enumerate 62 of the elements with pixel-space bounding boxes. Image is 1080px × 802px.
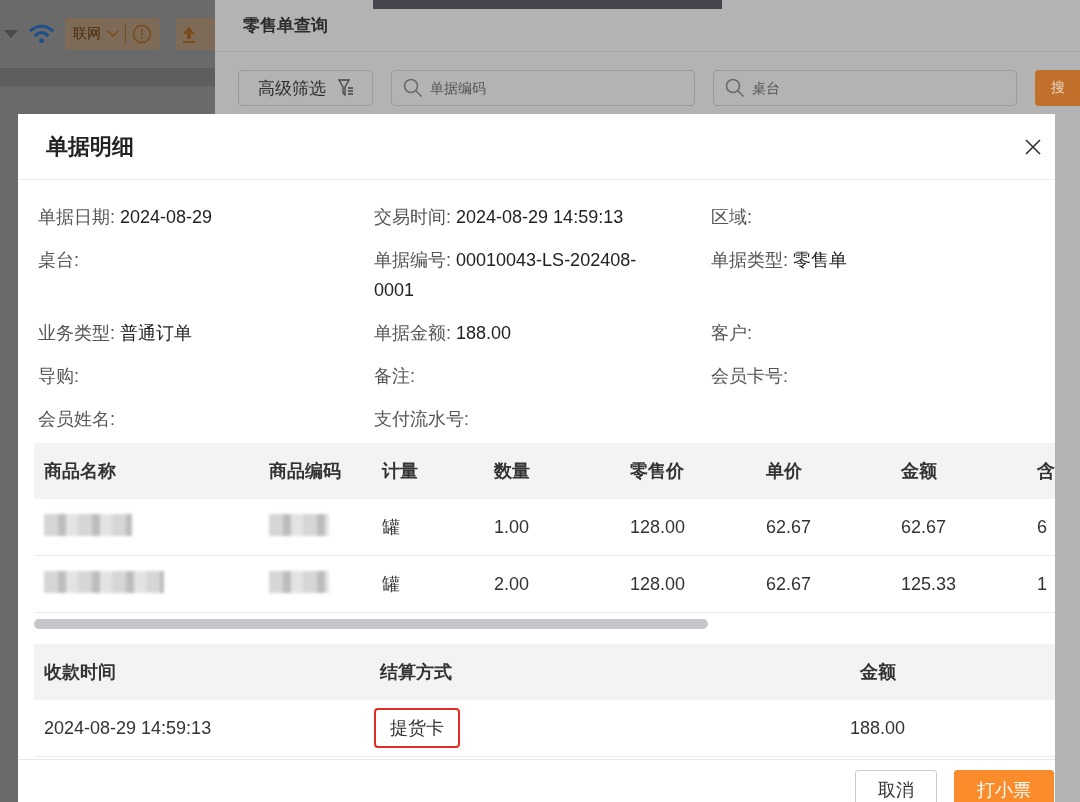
upload-button[interactable]: [176, 18, 215, 50]
close-icon[interactable]: [1025, 138, 1041, 155]
table-cell-text: 128.00: [629, 573, 687, 595]
info-field: 桌台:: [38, 245, 374, 305]
info-field: 导购:: [38, 361, 374, 391]
print-receipt-button[interactable]: 打小票: [954, 770, 1054, 802]
info-field: 区域:: [711, 202, 1055, 232]
cancel-button[interactable]: 取消: [855, 770, 937, 802]
column-header: 商品名称: [43, 460, 117, 483]
table-cell-text: 1: [1036, 573, 1048, 595]
column-header: 收款时间: [43, 661, 117, 684]
column-header: 金额: [858, 661, 897, 684]
info-icon: [132, 24, 153, 44]
search-icon: [403, 78, 423, 98]
info-field: 业务类型: 普通订单: [38, 318, 374, 348]
column-header: 计量: [380, 460, 419, 483]
table-cell-text: 62.67: [900, 516, 948, 538]
chevron-down-icon: [107, 30, 120, 38]
info-field: 单据金额: 188.00: [374, 318, 711, 348]
column-header: 商品编码: [268, 460, 342, 483]
search-field[interactable]: 单据编码: [391, 70, 695, 106]
column-header: 数量: [493, 460, 531, 483]
column-header: 结算方式: [378, 661, 453, 684]
info-field: 备注:: [374, 361, 711, 391]
info-field: 单据日期: 2024-08-29: [38, 202, 374, 232]
table-cell-text: 128.00: [629, 516, 687, 538]
table-cell-text: 62.67: [765, 573, 813, 595]
table-cell-text: 2024-08-29 14:59:13: [43, 717, 213, 739]
info-field: 单据编号: 00010043-LS-202408-0001: [374, 245, 711, 305]
table-cell-text: 62.67: [765, 516, 813, 538]
info-field: 会员卡号:: [711, 361, 1055, 391]
table-cell-text: 罐: [381, 573, 401, 596]
column-header: 含: [1036, 460, 1055, 483]
table-cell-text: 188.00: [848, 717, 907, 739]
search-field[interactable]: 桌台: [713, 70, 1017, 106]
upload-arrow-icon: [182, 25, 197, 43]
info-field: 会员姓名:: [38, 404, 374, 434]
advanced-filter-button[interactable]: 高级筛选: [238, 70, 373, 106]
table-cell-text: 125.33: [900, 573, 958, 595]
dropdown-caret-icon[interactable]: [4, 30, 18, 38]
table-cell-text: 2.00: [493, 573, 531, 595]
table-cell-text: 1.00: [493, 516, 531, 538]
network-status-label: 联网: [73, 25, 102, 43]
table-cell-text: 罐: [381, 516, 401, 539]
dialog-title: 单据明细: [46, 132, 134, 161]
panel-title: 零售单查询: [215, 0, 1080, 52]
blurred-text: [269, 570, 329, 593]
info-field: 单据类型: 零售单: [711, 245, 1055, 305]
network-status-dropdown[interactable]: 联网: [65, 18, 161, 50]
column-header: 单价: [765, 460, 803, 483]
info-field: 客户:: [711, 318, 1055, 348]
column-header: 金额: [900, 460, 938, 483]
search-button[interactable]: 搜: [1035, 70, 1080, 106]
info-field: 交易时间: 2024-08-29 14:59:13: [374, 202, 711, 232]
blurred-text: [269, 513, 329, 536]
filter-icon: [337, 79, 354, 97]
table-cell-text: 6: [1036, 516, 1048, 538]
column-header: 零售价: [629, 460, 685, 483]
info-field: 支付流水号:: [374, 404, 711, 434]
wifi-icon: [28, 23, 56, 45]
search-icon: [725, 78, 745, 98]
highlighted-cell: 提货卡: [374, 708, 460, 748]
